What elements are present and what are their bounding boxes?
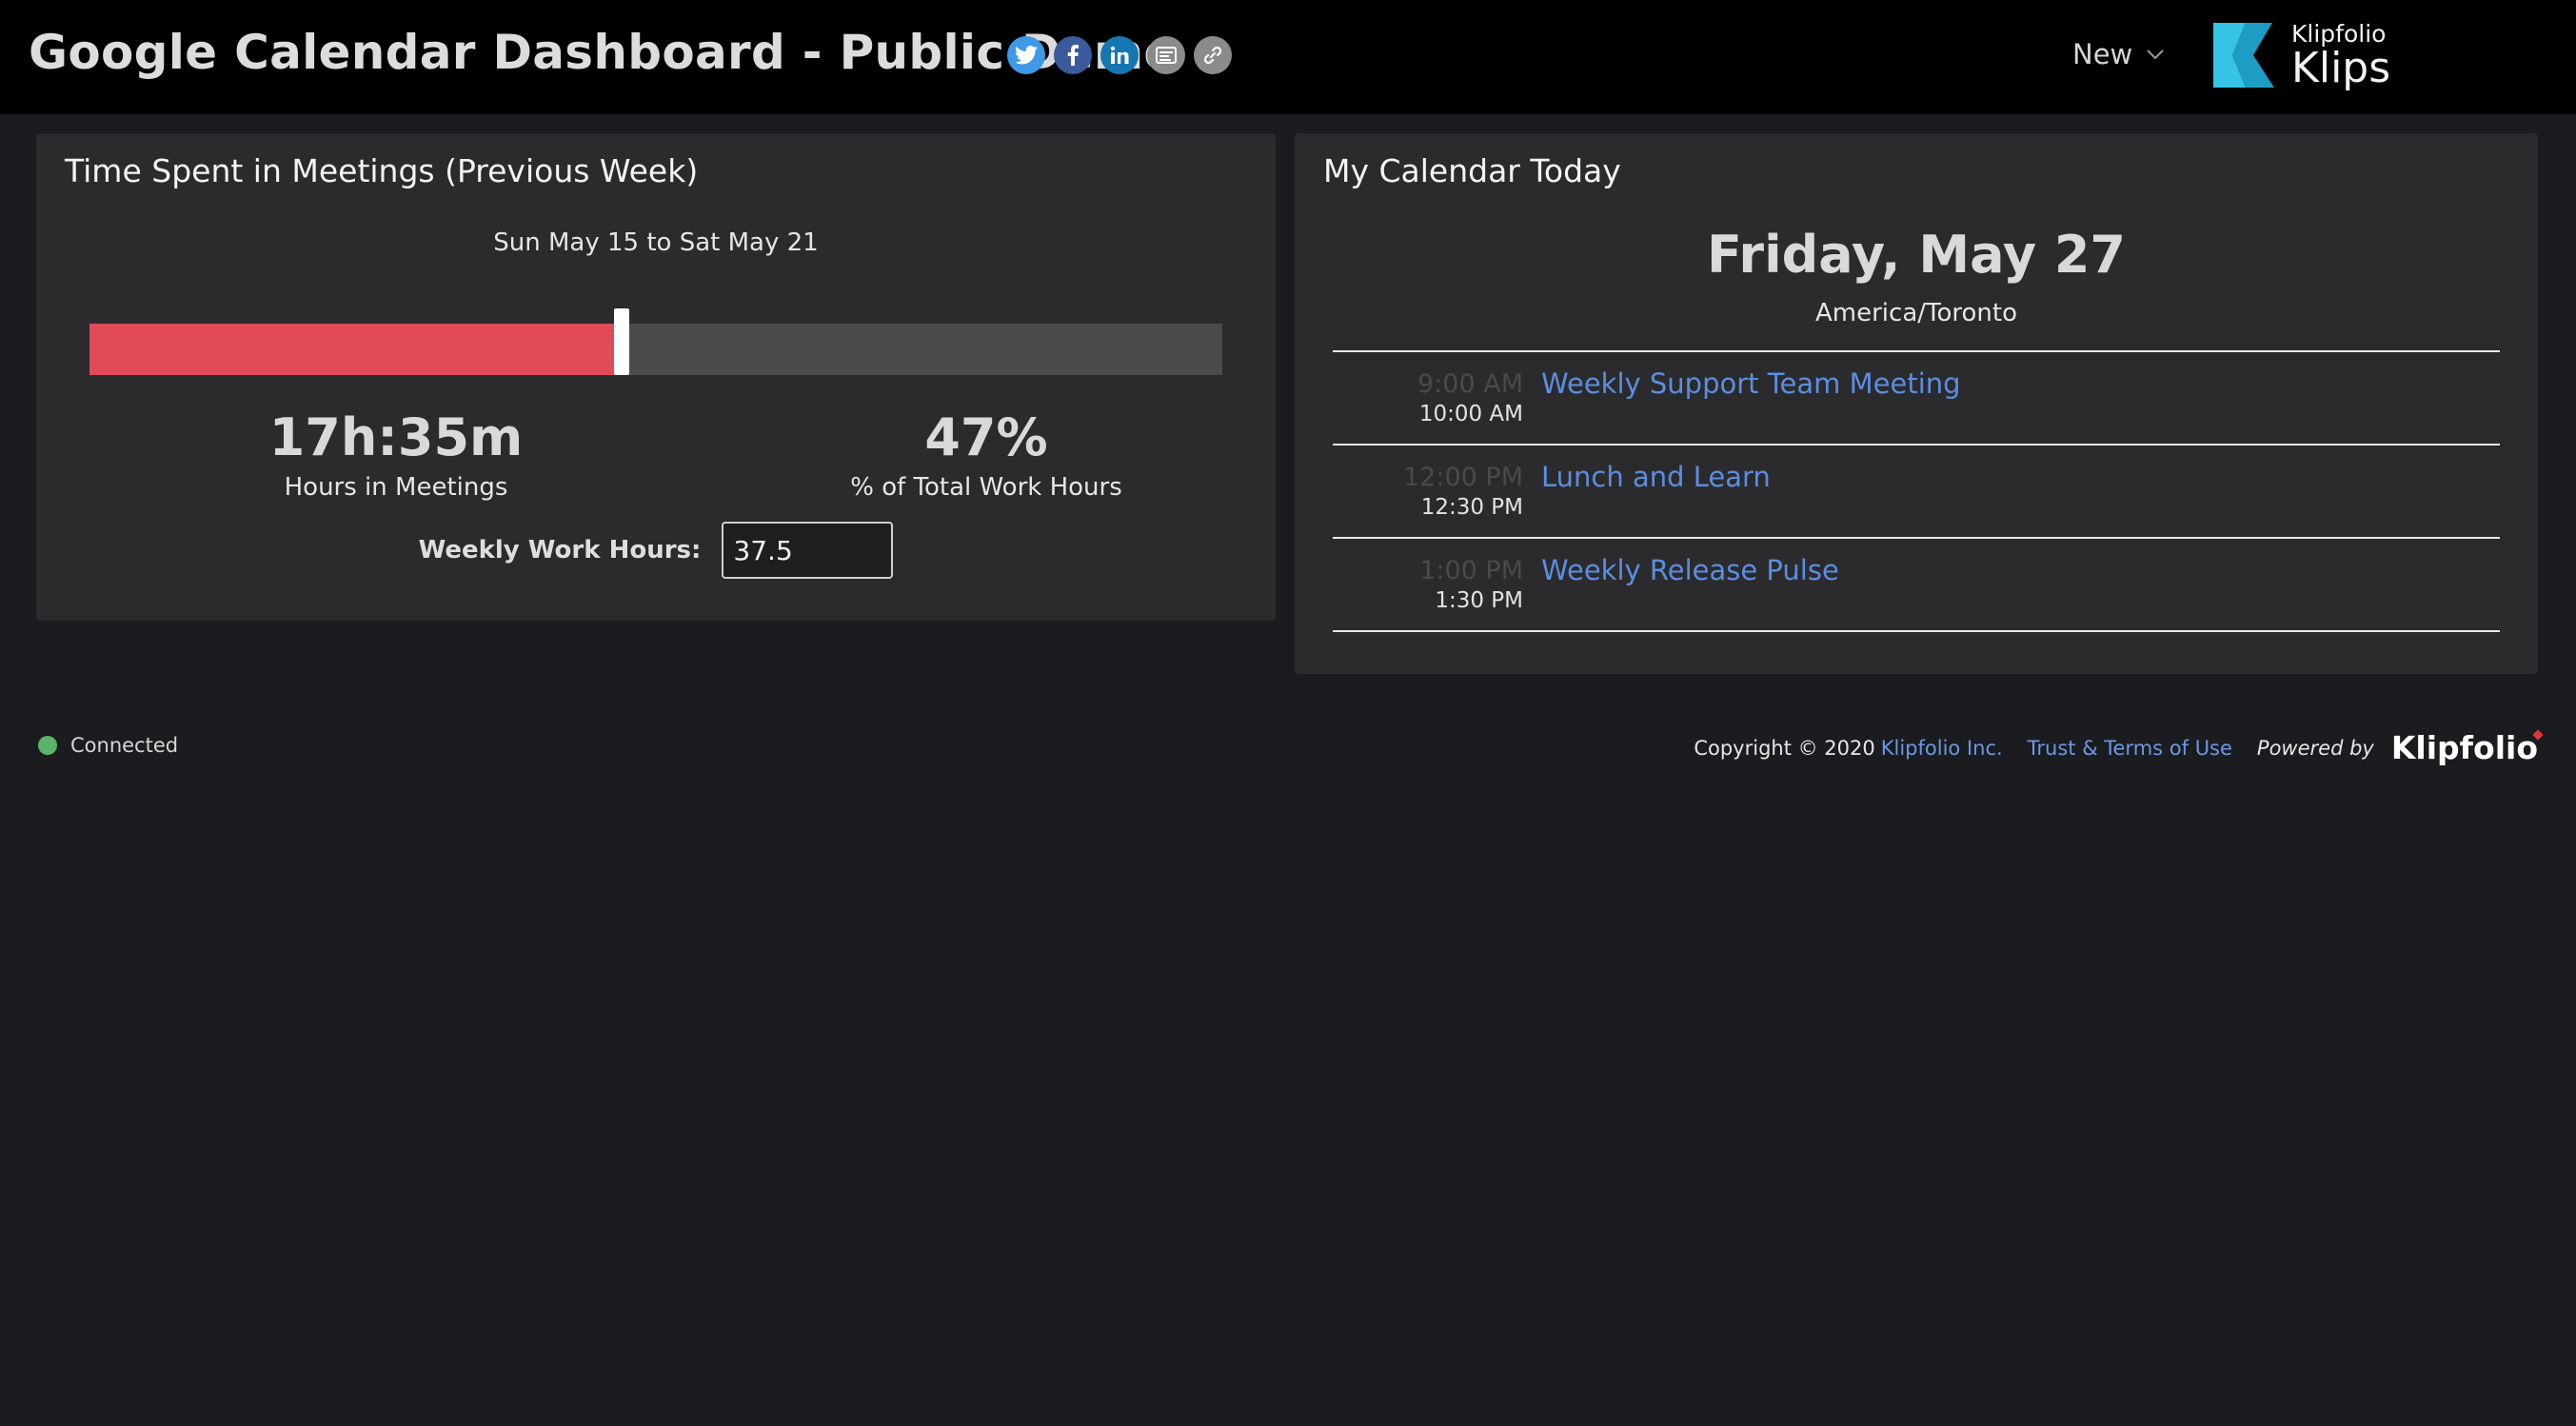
event-row: 12:00 PM 12:30 PM Lunch and Learn — [1333, 446, 2500, 539]
top-bar: Google Calendar Dashboard - Public Demo … — [0, 0, 2576, 114]
terms-link[interactable]: Trust & Terms of Use — [2028, 737, 2232, 760]
logo-brand-small: Klipfolio — [2291, 19, 2387, 48]
new-dropdown-label: New — [2072, 38, 2133, 70]
hours-stat: 17h:35m Hours in Meetings — [196, 407, 596, 503]
panel-title: Time Spent in Meetings (Previous Week) — [65, 152, 699, 189]
percent-label: % of Total Work Hours — [850, 473, 1122, 503]
weekly-work-hours: Weekly Work Hours: — [36, 522, 1276, 579]
new-dropdown[interactable]: New — [2072, 38, 2165, 70]
event-end-time: 1:30 PM — [1435, 588, 1523, 613]
chevron-down-icon — [2147, 50, 2164, 60]
event-start-time: 1:00 PM — [1419, 556, 1523, 585]
hours-label: Hours in Meetings — [284, 473, 508, 503]
logo-brand-big: Klips — [2291, 43, 2391, 92]
event-end-time: 10:00 AM — [1418, 402, 1523, 426]
event-start-time: 9:00 AM — [1417, 369, 1523, 399]
link-icon[interactable] — [1194, 36, 1232, 74]
panel-title: My Calendar Today — [1323, 152, 1621, 189]
footer: Copyright © 2020 Klipfolio Inc. Trust & … — [1694, 729, 2538, 766]
hours-value: 17h:35m — [268, 407, 524, 467]
klipfolio-logo[interactable]: Klipfolio Klips — [2211, 21, 2390, 89]
calendar-timezone: America/Toronto — [1815, 299, 2017, 327]
company-link[interactable]: Klipfolio Inc. — [1881, 737, 2003, 760]
meetings-progress-bar — [89, 308, 1222, 375]
page-title: Google Calendar Dashboard - Public Demo — [29, 25, 1178, 80]
progress-fill — [89, 324, 623, 375]
weekly-work-hours-input[interactable] — [722, 522, 894, 579]
event-title-link[interactable]: Weekly Release Pulse — [1541, 554, 1839, 586]
connection-status: Connected — [38, 734, 178, 757]
status-text: Connected — [70, 734, 179, 757]
event-end-time: 12:30 PM — [1420, 495, 1523, 520]
event-row: 1:00 PM 1:30 PM Weekly Release Pulse — [1333, 539, 2500, 632]
percent-stat: 47% % of Total Work Hours — [786, 407, 1186, 503]
twitter-icon[interactable] — [1007, 36, 1045, 74]
event-row: 9:00 AM 10:00 AM Weekly Support Team Mee… — [1333, 352, 2500, 446]
linkedin-icon[interactable] — [1100, 36, 1139, 74]
event-title-link[interactable]: Weekly Support Team Meeting — [1541, 367, 1961, 400]
calendar-day: Friday, May 27 — [1707, 225, 2126, 285]
event-title-link[interactable]: Lunch and Learn — [1541, 461, 1771, 493]
facebook-icon[interactable] — [1054, 36, 1092, 74]
powered-by-text: Powered by — [2256, 736, 2374, 760]
weekly-work-hours-label: Weekly Work Hours: — [418, 536, 702, 564]
klips-logo-icon — [2213, 23, 2274, 88]
meetings-panel: Time Spent in Meetings (Previous Week) S… — [36, 133, 1276, 621]
copyright-text: Copyright © 2020 — [1694, 736, 1875, 760]
event-list: 9:00 AM 10:00 AM Weekly Support Team Mee… — [1333, 350, 2500, 632]
share-buttons — [1007, 36, 1232, 74]
calendar-panel: My Calendar Today Friday, May 27 America… — [1295, 133, 2538, 674]
progress-marker — [614, 308, 630, 375]
klipfolio-footer-logo[interactable]: Klipfolio — [2391, 729, 2538, 766]
status-dot-icon — [38, 736, 57, 755]
percent-value: 47% — [924, 407, 1048, 467]
event-start-time: 12:00 PM — [1403, 463, 1523, 492]
date-range: Sun May 15 to Sat May 21 — [493, 228, 819, 257]
embed-icon[interactable] — [1147, 36, 1185, 74]
